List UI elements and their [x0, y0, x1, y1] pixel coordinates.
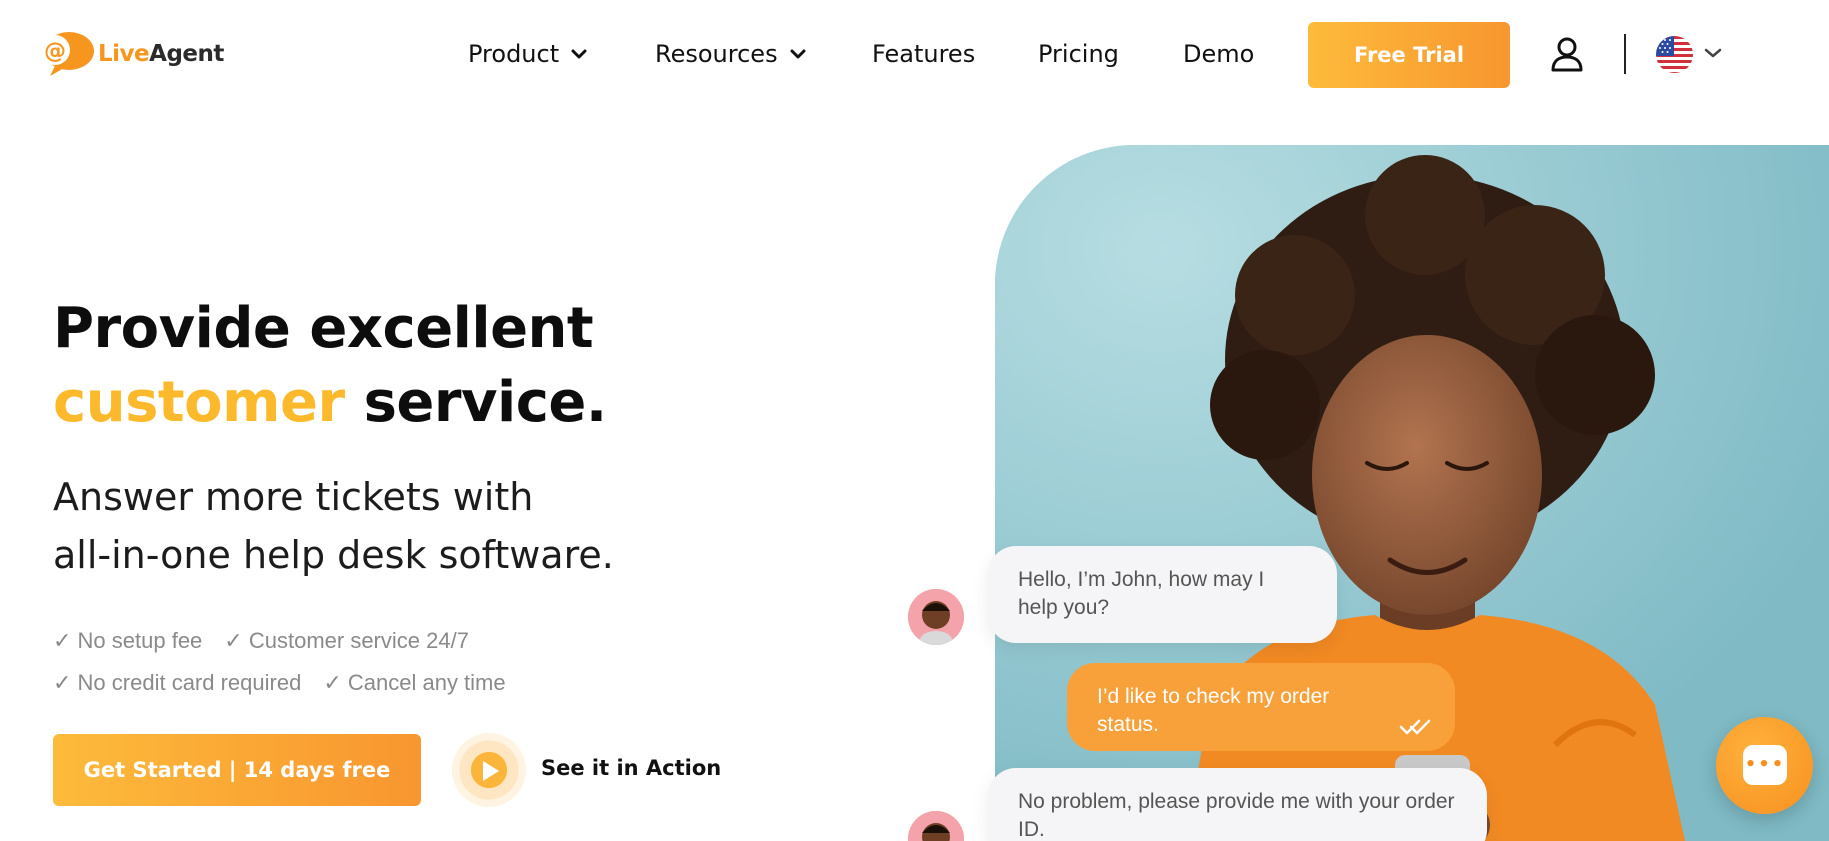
- liveagent-logo[interactable]: @ LiveAgent: [40, 30, 224, 78]
- at-sign-bubble-icon: @: [40, 30, 94, 78]
- chat-message-user-text: I’d like to check my order status.: [1097, 685, 1330, 736]
- language-chevron-down-icon[interactable]: [1704, 44, 1722, 63]
- nav-features[interactable]: Features: [872, 36, 975, 72]
- benefit-item: ✓ Customer service 24/7: [224, 628, 469, 653]
- nav-resources-label: Resources: [655, 40, 778, 68]
- double-check-icon: [1399, 719, 1431, 735]
- logo-agent: Agent: [149, 41, 224, 67]
- nav-features-label: Features: [872, 40, 976, 68]
- nav-resources[interactable]: Resources: [655, 36, 806, 72]
- benefit-item: ✓ No setup fee: [53, 628, 203, 653]
- nav-pricing[interactable]: Pricing: [1038, 36, 1119, 72]
- headline-line1: Provide excellent: [53, 296, 594, 361]
- agent-avatar: [908, 811, 964, 841]
- us-flag-icon[interactable]: [1656, 36, 1693, 73]
- nav-product[interactable]: Product: [468, 36, 587, 72]
- chat-message-agent: Hello, I’m John, how may I help you?: [988, 546, 1337, 643]
- play-video-button[interactable]: [452, 733, 526, 807]
- headline-accent: customer: [53, 370, 345, 435]
- benefit-item: ✓ Cancel any time: [323, 670, 506, 695]
- user-icon[interactable]: [1550, 36, 1584, 72]
- site-header: @ LiveAgent Product Resources Features P…: [0, 0, 1829, 110]
- play-icon: [483, 761, 499, 781]
- chevron-down-icon: [571, 49, 587, 59]
- chevron-down-icon: [790, 49, 806, 59]
- logo-live: Live: [98, 41, 150, 67]
- benefits-row: ✓ No credit card required ✓ Cancel any t…: [53, 662, 528, 704]
- subline-line1: Answer more tickets with: [53, 475, 534, 519]
- subline-line2: all-in-one help desk software.: [53, 533, 614, 577]
- typing-dots-icon: •••: [1744, 754, 1786, 775]
- nav-product-label: Product: [468, 40, 560, 68]
- hero-headline: Provide excellent customer service.: [53, 292, 607, 440]
- see-in-action-link[interactable]: See it in Action: [541, 756, 721, 780]
- svg-text:@: @: [44, 39, 66, 64]
- chat-bubble-icon: •••: [1743, 745, 1787, 785]
- get-started-button[interactable]: Get Started | 14 days free: [53, 734, 421, 806]
- benefits-row: ✓ No setup fee ✓ Customer service 24/7: [53, 620, 528, 662]
- nav-pricing-label: Pricing: [1038, 40, 1119, 68]
- live-chat-widget-button[interactable]: •••: [1716, 717, 1813, 814]
- chat-message-agent: No problem, please provide me with your …: [988, 768, 1487, 841]
- headline-rest: service.: [344, 370, 608, 435]
- agent-avatar: [908, 589, 964, 645]
- logo-text: LiveAgent: [98, 41, 224, 67]
- benefit-item: ✓ No credit card required: [53, 670, 302, 695]
- nav-demo[interactable]: Demo: [1183, 36, 1254, 72]
- nav-demo-label: Demo: [1183, 40, 1255, 68]
- benefits-list: ✓ No setup fee ✓ Customer service 24/7 ✓…: [53, 620, 528, 704]
- hero-subline: Answer more tickets with all-in-one help…: [53, 468, 753, 584]
- free-trial-button[interactable]: Free Trial: [1308, 22, 1510, 88]
- header-divider: [1624, 34, 1626, 74]
- chat-message-user: I’d like to check my order status.: [1067, 663, 1455, 751]
